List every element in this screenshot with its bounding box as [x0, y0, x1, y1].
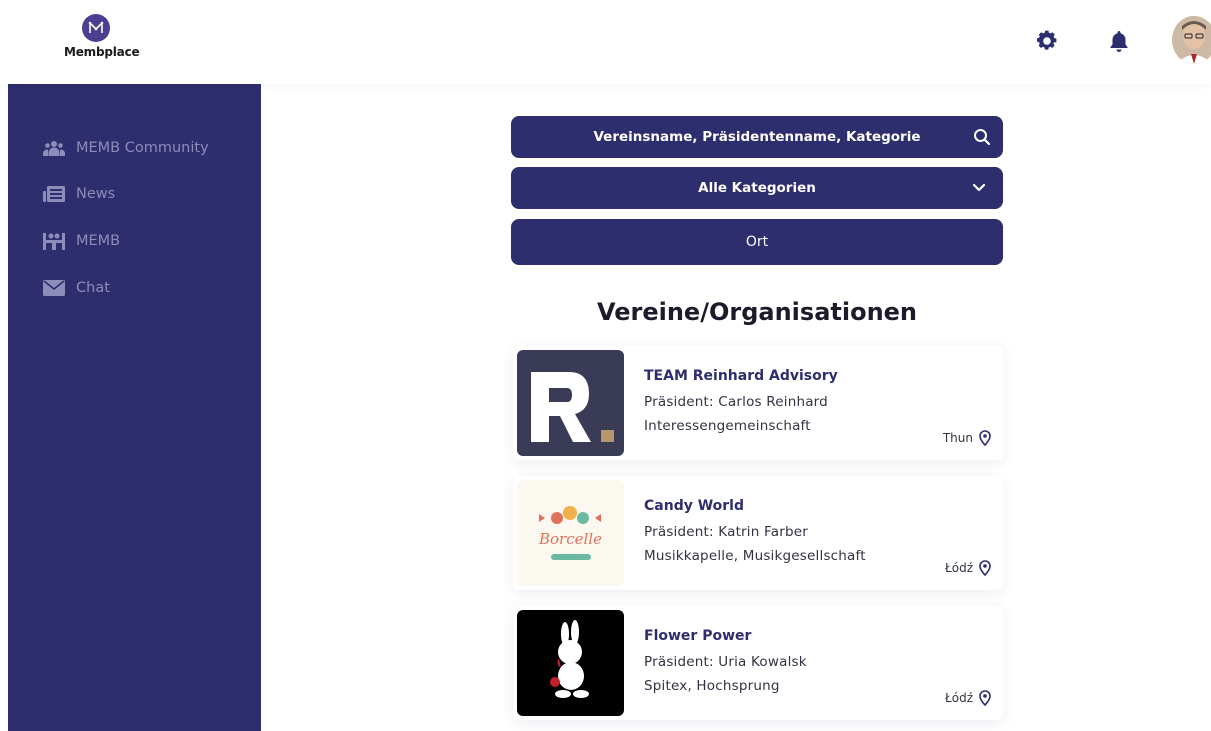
- meeting-icon: [42, 231, 66, 251]
- organization-name: Candy World: [644, 498, 744, 514]
- organization-president: Präsident: Uria Kowalsk: [644, 654, 807, 670]
- organization-card[interactable]: Borcelle Candy World Präsident: Katrin F…: [513, 476, 1003, 590]
- organization-location: Thun: [943, 430, 991, 446]
- sidebar-item-chat[interactable]: Chat: [42, 276, 110, 300]
- organization-president: Präsident: Carlos Reinhard: [644, 394, 828, 410]
- envelope-icon: [42, 278, 66, 298]
- sidebar: MEMB Community News MEMB Chat: [8, 84, 261, 731]
- organization-logo: [517, 610, 624, 716]
- location-placeholder: Ort: [745, 234, 769, 250]
- newspaper-icon: [42, 184, 66, 204]
- settings-gear-icon[interactable]: [1034, 28, 1060, 54]
- organization-logo: [517, 350, 624, 456]
- location-input[interactable]: Ort: [511, 219, 1003, 265]
- organization-category: Musikkapelle, Musikgesellschaft: [644, 548, 866, 564]
- organization-name: Flower Power: [644, 628, 752, 644]
- map-pin-icon: [979, 430, 991, 446]
- sidebar-item-label: Chat: [76, 280, 110, 296]
- search-placeholder: Vereinsname, Präsidentenname, Kategorie: [593, 129, 921, 145]
- top-bar: Membplace: [0, 0, 1211, 84]
- map-pin-icon: [979, 690, 991, 706]
- notification-bell-icon[interactable]: [1106, 28, 1132, 54]
- section-title: Vereine/Organisationen: [596, 298, 918, 326]
- organization-location: Łódź: [945, 690, 991, 706]
- sidebar-item-label: MEMB: [76, 233, 121, 249]
- search-input[interactable]: Vereinsname, Präsidentenname, Kategorie: [511, 116, 1003, 158]
- sidebar-item-label: MEMB Community: [76, 140, 209, 156]
- organization-category: Interessengemeinschaft: [644, 418, 811, 434]
- location-text: Łódź: [944, 691, 973, 705]
- organization-president: Präsident: Katrin Farber: [644, 524, 808, 540]
- organization-logo: Borcelle: [517, 480, 624, 586]
- organization-card[interactable]: TEAM Reinhard Advisory Präsident: Carlos…: [513, 346, 1003, 460]
- sidebar-item-news[interactable]: News: [42, 182, 115, 206]
- organization-category: Spitex, Hochsprung: [644, 678, 780, 694]
- organization-name: TEAM Reinhard Advisory: [644, 368, 838, 384]
- map-pin-icon: [979, 560, 991, 576]
- user-avatar[interactable]: [1172, 16, 1211, 64]
- location-text: Thun: [942, 431, 973, 445]
- chevron-down-icon: [973, 184, 985, 192]
- category-selected-value: Alle Kategorien: [698, 180, 816, 196]
- organization-logo-text: Borcelle: [539, 530, 602, 548]
- organization-location: Łódź: [945, 560, 991, 576]
- users-icon: [42, 138, 66, 158]
- brand-name: Membplace: [64, 45, 140, 59]
- search-icon[interactable]: [973, 128, 991, 146]
- logo-mark: [82, 14, 110, 42]
- category-select[interactable]: Alle Kategorien: [511, 167, 1003, 209]
- sidebar-item-memb-community[interactable]: MEMB Community: [42, 136, 209, 160]
- app-logo[interactable]: Membplace: [64, 14, 140, 59]
- sidebar-item-memb[interactable]: MEMB: [42, 229, 120, 253]
- organization-card[interactable]: Flower Power Präsident: Uria Kowalsk Spi…: [513, 606, 1003, 720]
- sidebar-item-label: News: [76, 186, 116, 202]
- location-text: Łódź: [944, 561, 973, 575]
